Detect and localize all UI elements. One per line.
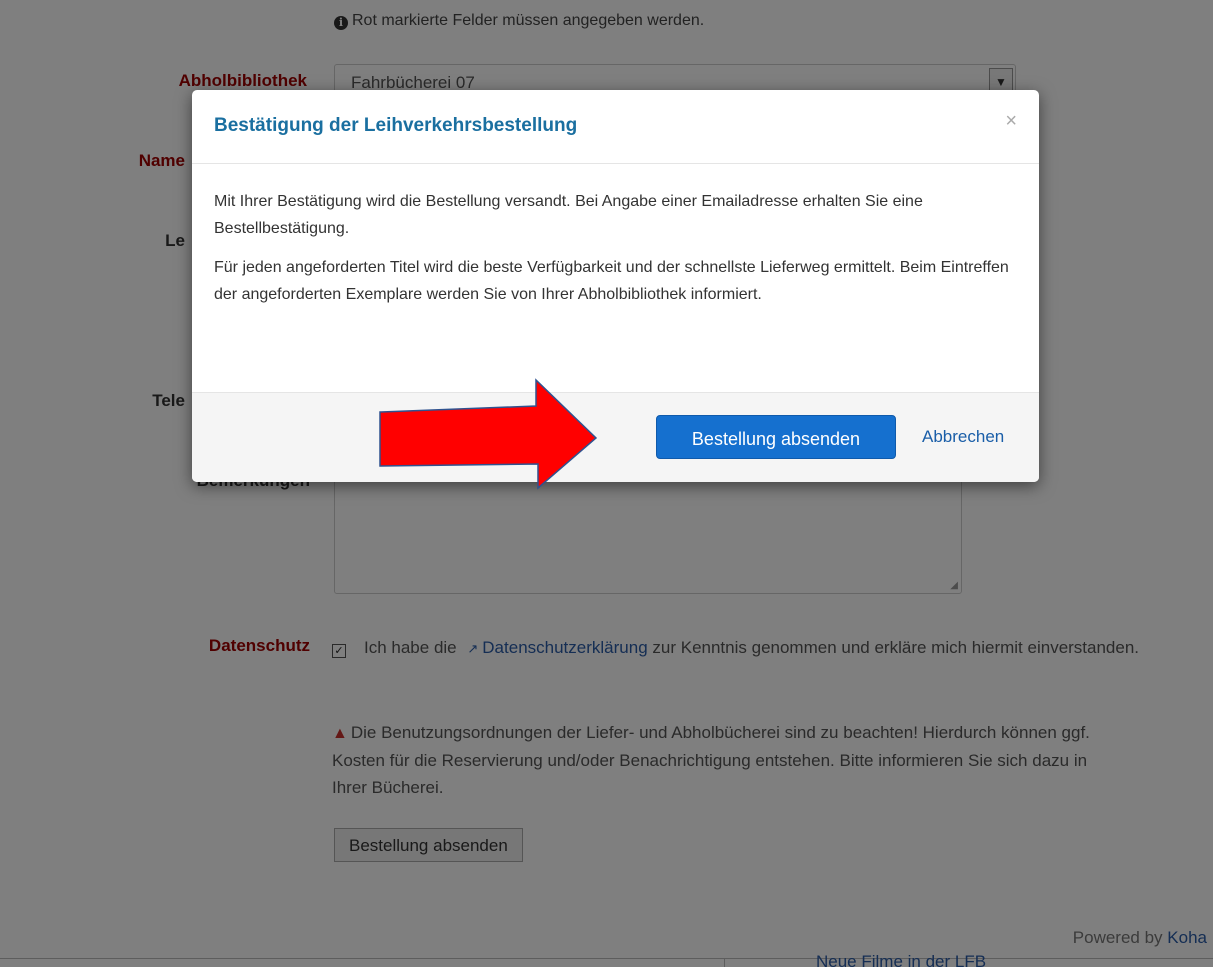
cancel-button[interactable]: Abbrechen bbox=[922, 427, 1004, 447]
dialog-paragraph-2: Für jeden angeforderten Titel wird die b… bbox=[214, 259, 1009, 303]
confirm-order-button[interactable]: Bestellung absenden bbox=[656, 415, 896, 459]
dialog-body: Mit Ihrer Bestätigung wird die Bestellun… bbox=[214, 188, 1014, 320]
arrow-shape bbox=[379, 378, 598, 490]
red-arrow-annotation bbox=[379, 378, 598, 490]
confirmation-dialog: Bestätigung der Leihverkehrsbestellung ×… bbox=[192, 90, 1039, 482]
dialog-header: Bestätigung der Leihverkehrsbestellung × bbox=[192, 90, 1039, 164]
dialog-footer: Bestellung absenden Abbrechen bbox=[192, 392, 1039, 482]
close-icon[interactable]: × bbox=[1005, 110, 1017, 133]
dialog-title: Bestätigung der Leihverkehrsbestellung bbox=[214, 115, 578, 136]
dialog-paragraph-1: Mit Ihrer Bestätigung wird die Bestellun… bbox=[214, 193, 923, 237]
